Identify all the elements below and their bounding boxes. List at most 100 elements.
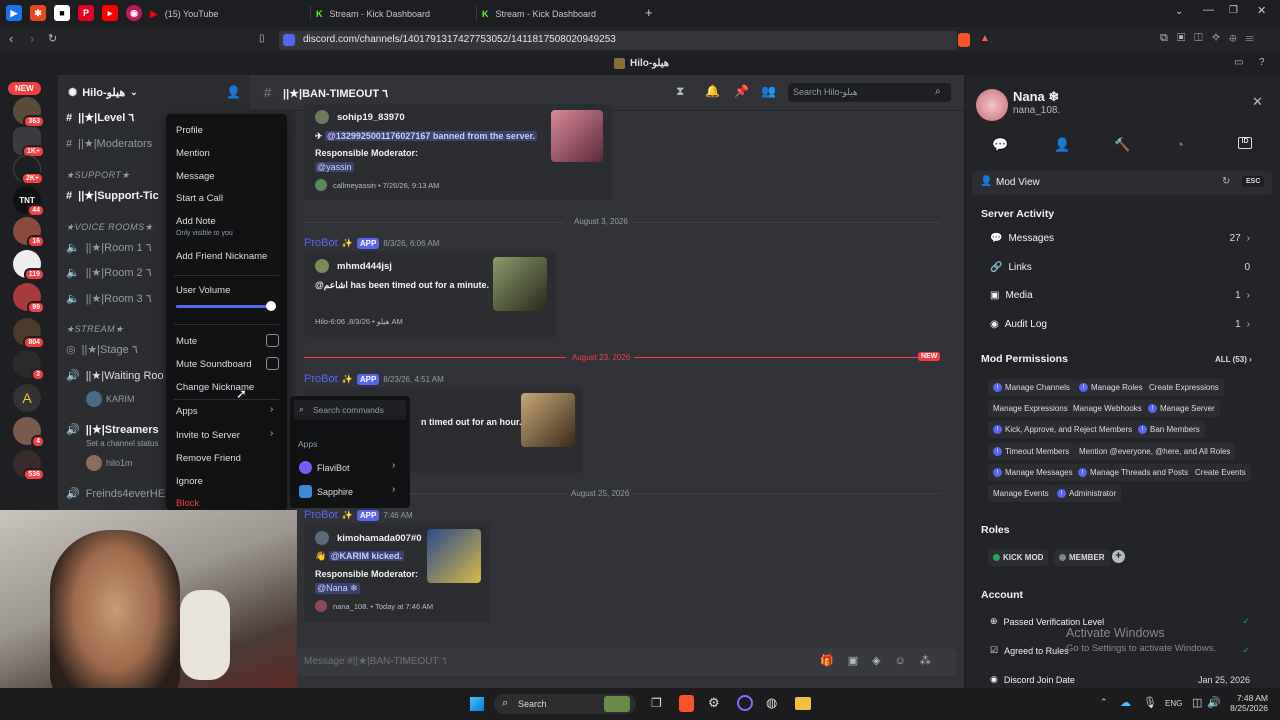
menu-item-block[interactable]: Block — [176, 498, 199, 509]
tab-list-icon[interactable]: ⌄ — [1175, 6, 1183, 17]
voice-user-hilo[interactable]: hilo1m — [106, 458, 133, 468]
tab-kick-1[interactable]: K Stream - Kick Dashboard — [316, 3, 472, 25]
maximize-button[interactable]: ❐ — [1229, 5, 1238, 16]
avatar[interactable] — [86, 391, 102, 407]
onedrive-icon[interactable]: ☁ — [1120, 696, 1131, 709]
menu-item-profile[interactable]: Profile — [176, 125, 203, 136]
address-bar[interactable]: discord.com/channels/1401791317427753052… — [279, 31, 957, 50]
embed-thumbnail[interactable] — [493, 257, 547, 311]
channel-item[interactable]: # ||★|Moderators — [66, 137, 152, 151]
embed-thumbnail[interactable] — [551, 110, 603, 162]
task-view-icon[interactable]: ❐ — [651, 696, 662, 710]
role-tag[interactable]: MEMBER — [1054, 549, 1110, 566]
server-icon[interactable]: 2K+ — [13, 155, 44, 185]
server-icon[interactable]: 99 — [13, 283, 45, 314]
threads-icon[interactable]: ⧗ — [676, 84, 684, 99]
clock-icon[interactable]: ◔ — [1176, 137, 1184, 152]
pinned-tab-icon[interactable]: ◉ — [126, 5, 142, 21]
close-icon[interactable]: ✕ — [1252, 94, 1263, 110]
composer-tools-icons[interactable]: 🎁▣◈☺⁂ — [820, 654, 945, 667]
menu-item-mention[interactable]: Mention — [176, 148, 210, 159]
app-item-sapphire[interactable]: Sapphire — [317, 487, 353, 497]
voice-channel-item[interactable]: 🔊 ||★|Streamers — [66, 423, 159, 436]
taskbar-search[interactable]: ⌕ Search — [494, 694, 636, 714]
minimize-button[interactable]: — — [1203, 4, 1214, 16]
voice-channel-item[interactable]: 🔈 ||★|Room 2 ٦ — [66, 266, 152, 279]
search-commands-input[interactable]: ⌕ Search commands — [294, 400, 406, 420]
menu-item-mute[interactable]: Mute — [176, 336, 197, 347]
voice-channel-item[interactable]: 🔈 ||★|Room 3 ٦ — [66, 292, 152, 305]
menu-item-mute-soundboard[interactable]: Mute Soundboard — [176, 359, 252, 370]
invite-icon[interactable]: 👤 — [226, 85, 241, 99]
activity-row-messages[interactable]: 💬 Messages 27 › — [990, 233, 1250, 244]
server-icon[interactable]: 119 — [13, 250, 45, 281]
activity-row-media[interactable]: ▣ Media 1 › — [990, 290, 1250, 301]
refresh-icon[interactable]: ↻ — [1222, 176, 1230, 187]
members-icon[interactable]: 👥 — [761, 84, 776, 98]
channel-status[interactable]: Set a channel status — [86, 439, 159, 448]
server-icon[interactable]: 363 — [13, 97, 45, 128]
youtube-icon[interactable]: ▸ — [102, 5, 118, 21]
inbox-icon[interactable]: ▭ — [1234, 57, 1243, 68]
server-icon[interactable]: 804 — [13, 318, 45, 349]
mute-checkbox[interactable] — [266, 334, 279, 347]
server-icon[interactable]: 16 — [13, 217, 45, 248]
activity-row-links[interactable]: 🔗 Links 0 — [990, 262, 1250, 273]
volume-slider[interactable] — [176, 305, 276, 308]
menu-item-ignore[interactable]: Ignore — [176, 476, 203, 487]
esc-button[interactable]: ESC — [1242, 176, 1265, 187]
mute-soundboard-checkbox[interactable] — [266, 357, 279, 370]
id-card-icon[interactable]: ID — [1238, 137, 1252, 149]
menu-item-add-note[interactable]: Add Note — [176, 216, 216, 227]
new-tab-button[interactable]: + — [645, 5, 653, 20]
server-icon[interactable]: 4 — [13, 417, 45, 448]
tray-chevron-icon[interactable]: ⌃ — [1100, 697, 1108, 708]
file-explorer-icon[interactable] — [795, 697, 811, 710]
voice-channel-item[interactable]: 🔊 ||★|Waiting Roo — [66, 369, 164, 382]
tab-kick-2[interactable]: K Stream - Kick Dashboard — [482, 3, 638, 25]
embed-thumbnail[interactable] — [521, 393, 575, 447]
menu-item-remove-friend[interactable]: Remove Friend — [176, 453, 241, 464]
menu-item-add-friend-nickname[interactable]: Add Friend Nickname — [176, 251, 267, 262]
channel-item[interactable]: # ||★|Support-Tic — [66, 189, 159, 203]
close-window-button[interactable]: ✕ — [1257, 4, 1266, 17]
bookmark-icon[interactable]: ▯ — [259, 33, 265, 44]
menu-item-apps[interactable]: Apps — [176, 406, 198, 417]
brave-shield-icon[interactable] — [958, 33, 970, 47]
brave-rewards-icon[interactable]: ▲ — [980, 33, 990, 44]
reload-icon[interactable]: ↻ — [48, 32, 57, 45]
category-support[interactable]: ★SUPPORT★ — [66, 170, 130, 181]
pinned-tab-icon[interactable]: ■ — [54, 5, 70, 21]
back-icon[interactable]: ‹ — [9, 31, 13, 46]
forward-icon[interactable]: › — [30, 31, 34, 46]
mic-icon[interactable]: 🎙 — [1143, 696, 1157, 709]
app-item-flavibot[interactable]: FlaviBot — [317, 463, 350, 473]
menu-item-invite-to-server[interactable]: Invite to Server — [176, 430, 240, 441]
pinned-tab-icon[interactable]: ▶ — [6, 5, 22, 21]
category-stream[interactable]: ★STREAM★ — [66, 324, 124, 335]
user-profile-icon[interactable]: 👤 — [1054, 137, 1070, 153]
pin-icon[interactable]: 📌 — [734, 84, 749, 98]
help-icon[interactable]: ? — [1259, 57, 1265, 68]
brave-icon[interactable] — [679, 695, 694, 712]
server-icon[interactable]: 3 — [13, 350, 45, 381]
server-icon-a[interactable]: A — [13, 384, 41, 412]
volume-slider-handle[interactable] — [266, 301, 276, 311]
menu-item-message[interactable]: Message — [176, 171, 215, 182]
message-composer[interactable]: Message #||★|BAN-TIMEOUT ٦ 🎁▣◈☺⁂ — [296, 648, 956, 676]
pinterest-icon[interactable]: P — [78, 5, 94, 21]
stage-channel-item[interactable]: ◎ ||★|Stage ٦ — [66, 343, 138, 356]
voice-channel-item[interactable]: 🔈 ||★|Room 1 ٦ — [66, 241, 152, 254]
server-icon-tnt[interactable]: TNT 44 — [13, 186, 45, 217]
search-input[interactable]: Search Hilo-هيلو ⌕ — [788, 83, 951, 102]
channel-item[interactable]: # ||★|Level ٦ — [66, 111, 134, 125]
voice-channel-item[interactable]: 🔊 Freinds4everHEL — [66, 487, 171, 501]
all-permissions-link[interactable]: ALL (53) › — [1215, 355, 1252, 364]
server-icon[interactable]: 536 — [13, 450, 45, 481]
bell-icon[interactable]: 🔔 — [705, 84, 720, 98]
avatar[interactable] — [86, 455, 102, 471]
hammer-icon[interactable]: 🔨 — [1114, 137, 1130, 153]
clock[interactable]: 7:48 AM 8/25/2026 — [1226, 693, 1268, 713]
pinned-tab-icon[interactable]: ✱ — [30, 5, 46, 21]
steam-icon[interactable]: ◍ — [766, 695, 777, 711]
